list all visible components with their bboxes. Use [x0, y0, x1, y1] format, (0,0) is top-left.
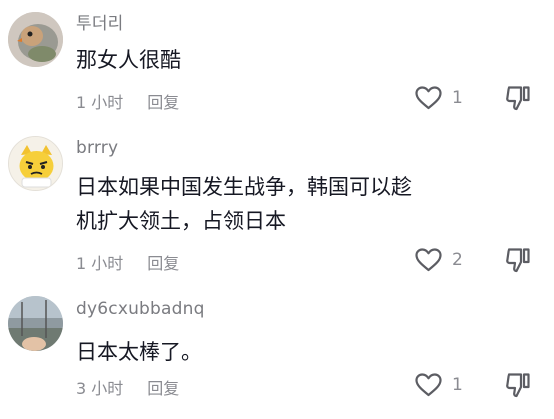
reply-button[interactable]: 回复 — [147, 250, 179, 274]
avatar[interactable] — [8, 296, 63, 351]
reply-button[interactable]: 回复 — [147, 89, 179, 113]
cartoon-avatar-icon — [9, 137, 62, 190]
comment-item: dy6cxubbadnq 日本太棒了。 3 小时 回复 1 — [0, 286, 554, 419]
comment-meta: 3 小时 回复 — [76, 375, 179, 399]
avatar[interactable] — [8, 136, 63, 191]
thumbs-down-icon — [506, 248, 530, 273]
like-count: 2 — [452, 250, 463, 270]
comment-timestamp: 1 小时 — [76, 93, 124, 112]
like-count: 1 — [452, 375, 463, 395]
comment-item: 투더리 那女人很酷 1 小时 回复 1 — [0, 0, 554, 126]
comment-timestamp: 1 小时 — [76, 254, 124, 273]
comment-meta: 1 小时 回复 — [76, 250, 179, 274]
comment-timestamp: 3 小时 — [76, 379, 124, 398]
dislike-button[interactable] — [505, 372, 531, 399]
like-count: 1 — [452, 88, 463, 108]
heart-outline-icon — [415, 373, 442, 397]
thumbs-down-icon — [506, 373, 530, 398]
comment-text: 日本如果中国发生战争，韩国可以趁机扩大领土，占领日本 — [76, 175, 412, 233]
heart-outline-icon — [415, 86, 442, 110]
thumbs-down-icon — [506, 86, 530, 111]
comment-username[interactable]: dy6cxubbadnq — [76, 299, 205, 319]
comment-item: brrry 日本如果中国发生战争，韩国可以趁机扩大领土，占领日本 1 小时 回复 … — [0, 126, 554, 286]
like-button[interactable]: 1 — [415, 86, 463, 110]
dislike-button[interactable] — [505, 247, 531, 274]
comment-text: 日本太棒了。 — [76, 340, 202, 364]
comment-text: 那女人很酷 — [76, 48, 181, 72]
comment-meta: 1 小时 回复 — [76, 89, 179, 113]
like-button[interactable]: 1 — [415, 373, 463, 397]
comment-username[interactable]: 투더리 — [76, 9, 124, 34]
comment-username[interactable]: brrry — [76, 138, 118, 158]
bird-avatar-icon — [8, 12, 63, 67]
avatar[interactable] — [8, 12, 63, 67]
dislike-button[interactable] — [505, 85, 531, 112]
photo-avatar-icon — [8, 296, 63, 351]
reply-button[interactable]: 回复 — [147, 375, 179, 399]
heart-outline-icon — [415, 248, 442, 272]
like-button[interactable]: 2 — [415, 248, 463, 272]
